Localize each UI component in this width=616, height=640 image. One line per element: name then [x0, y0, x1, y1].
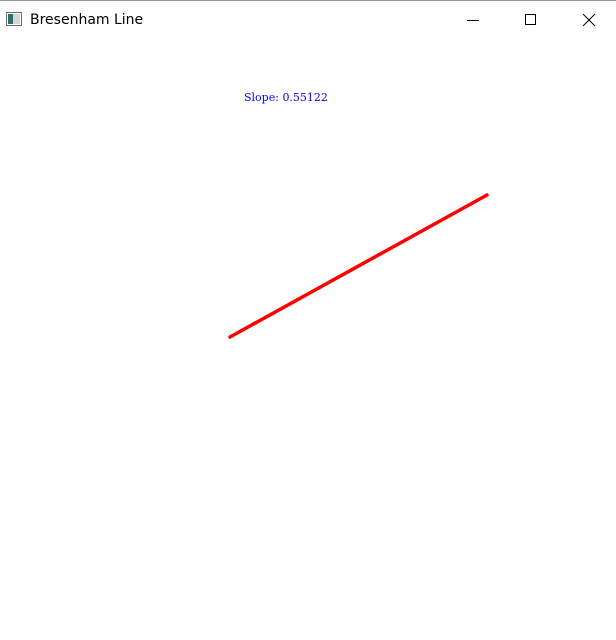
- window-app-icon[interactable]: [6, 12, 22, 26]
- close-button[interactable]: [566, 1, 612, 39]
- app-window: Bresenham Line Slope: 0.55122: [0, 0, 616, 640]
- maximize-icon: [525, 14, 536, 25]
- line-layer: [228, 193, 489, 339]
- bresenham-line: [228, 193, 489, 339]
- minimize-button[interactable]: [450, 1, 496, 39]
- minimize-icon: [467, 20, 479, 21]
- maximize-button[interactable]: [508, 1, 554, 39]
- close-icon: [582, 13, 596, 27]
- window-title: Bresenham Line: [30, 12, 144, 28]
- title-bar[interactable]: Bresenham Line: [0, 1, 616, 39]
- drawing-canvas[interactable]: Slope: 0.55122: [0, 39, 616, 640]
